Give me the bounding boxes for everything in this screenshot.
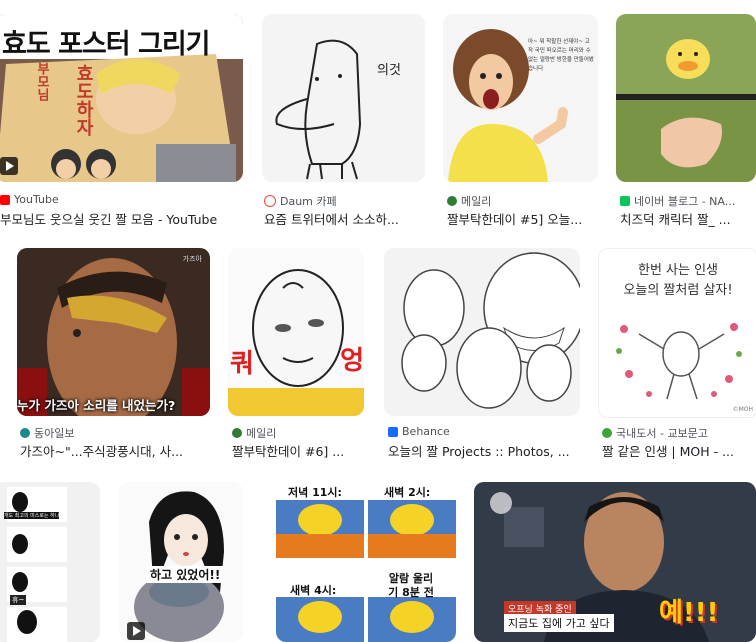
duck-doodle-image xyxy=(275,39,362,180)
thumbnail-image[interactable]: 의것 xyxy=(262,14,425,182)
thumbnail-image[interactable] xyxy=(616,14,756,182)
subtitle-caption: 지금도 집에 가고 싶다 xyxy=(504,614,614,632)
mailly-icon xyxy=(447,196,457,206)
comic-strip-image xyxy=(7,487,67,642)
red-text-left: 쿼 xyxy=(230,349,254,379)
source-label: 국내도서 - 교보문고 xyxy=(602,425,756,441)
result-title[interactable]: 치즈덕 캐릭터 짤_ ... xyxy=(620,209,756,228)
comic-caption: 하고 있었어!! xyxy=(147,566,224,583)
daum-icon xyxy=(264,195,276,207)
play-icon xyxy=(127,622,145,640)
thumbnail-image[interactable]: 가즈아 누가 가즈아 소리를 내었는가? xyxy=(17,248,210,416)
result-title[interactable]: 오늘의 짤 Projects :: Photos, ... xyxy=(388,441,583,460)
subtitle-caption: 누가 가즈아 소리를 내었는가? xyxy=(17,398,176,413)
thumbnail-image[interactable]: 오프닝 녹화 중인 지금도 집에 가고 싶다 예!!! xyxy=(474,482,756,642)
result-title[interactable]: 짤부탁한데이 #5] 오늘... xyxy=(447,209,597,228)
panel-label-1: 저녁 11시: xyxy=(288,486,342,499)
speech-text: 아~ 뭐 착할한 선재야~ 고작 국민 떠오르는 머리와 수 없는 얼랑반 방한… xyxy=(528,39,594,72)
thumbnail-image[interactable]: 저녁 11시: 새벽 2시: 새벽 4시: 알람 울리기 8분 전 xyxy=(276,482,456,642)
poster-text-left: 부모님 xyxy=(34,62,49,101)
shout-text: 예!!! xyxy=(659,598,719,628)
pigeon-girl-image xyxy=(134,491,224,642)
thumbnail-image[interactable]: 쿼 엉 xyxy=(228,248,364,416)
naver-blog-icon xyxy=(620,196,630,206)
source-label: YouTube xyxy=(0,193,235,206)
youtube-icon xyxy=(0,194,10,205)
result-title[interactable]: 요즘 트위터에서 소소하... xyxy=(264,209,424,228)
panel-label-2: 새벽 2시: xyxy=(384,486,431,499)
source-label: Daum 카페 xyxy=(264,193,424,209)
source-label: 네이버 블로그 - NA... xyxy=(620,193,756,209)
thumbnail-image[interactable]: 개도 최고의 미스로는 하나 휴~ xyxy=(0,482,100,642)
homer-sleeping-image xyxy=(276,500,456,642)
thumbnail-image[interactable]: 아~ 뭐 착할한 선재야~ 고작 국민 떠오르는 머리와 수 없는 얼랑반 방한… xyxy=(443,14,598,182)
thumbnail-image[interactable]: 하고 있었어!! xyxy=(119,482,243,642)
donga-icon xyxy=(20,428,30,438)
red-text-right: 엉 xyxy=(340,346,364,376)
thumbnail-image[interactable]: 효도 포스터 그리기 부모님 효도하자 xyxy=(0,14,243,182)
source-label: Behance xyxy=(388,425,583,438)
thumbnail-image[interactable]: 한번 사는 인생 오늘의 짤처럼 살자! ©MOH xyxy=(598,248,756,418)
cheese-duck-image xyxy=(616,14,756,182)
bald-face-image xyxy=(228,269,364,416)
laughing-faces-image xyxy=(401,252,580,409)
eyepatch-man-image xyxy=(17,248,210,416)
result-title[interactable]: 짤부탁한데이 #6] ... xyxy=(232,441,367,460)
result-title[interactable]: 가즈아~"...주식광풍시대, 사... xyxy=(20,441,210,460)
poster-overlay-title: 효도 포스터 그리기 xyxy=(2,29,211,60)
book-title-line2: 오늘의 짤처럼 살자! xyxy=(623,283,733,298)
source-label: 메일리 xyxy=(447,193,597,209)
behance-icon xyxy=(388,426,398,437)
panel-label-4: 알람 울리기 8분 전 xyxy=(388,572,434,599)
poster-text-right: 효도하자 xyxy=(73,64,94,136)
result-title[interactable]: 부모님도 웃으실 웃긴 짤 모음 - YouTube xyxy=(0,209,240,228)
play-icon xyxy=(0,157,18,175)
comic-caption-1: 개도 최고의 미스로는 하나 xyxy=(4,512,60,519)
comic-caption-2: 휴~ xyxy=(10,595,27,605)
kyobo-icon xyxy=(602,428,612,438)
doodle-caption: 의것 xyxy=(377,63,401,78)
panel-label-3: 새벽 4시: xyxy=(290,584,337,597)
result-title[interactable]: 짤 같은 인생 | MOH - ... xyxy=(602,441,756,460)
thumbnail-image[interactable] xyxy=(384,248,580,416)
source-label: 동아일보 xyxy=(20,425,210,441)
book-title-line1: 한번 사는 인생 xyxy=(637,263,719,278)
channel-logo xyxy=(490,492,512,514)
mailly-icon xyxy=(232,428,242,438)
copyright-mark: ©MOH xyxy=(732,406,753,413)
source-label: 메일리 xyxy=(232,425,367,441)
watermark-tag: 가즈아 xyxy=(182,255,202,263)
